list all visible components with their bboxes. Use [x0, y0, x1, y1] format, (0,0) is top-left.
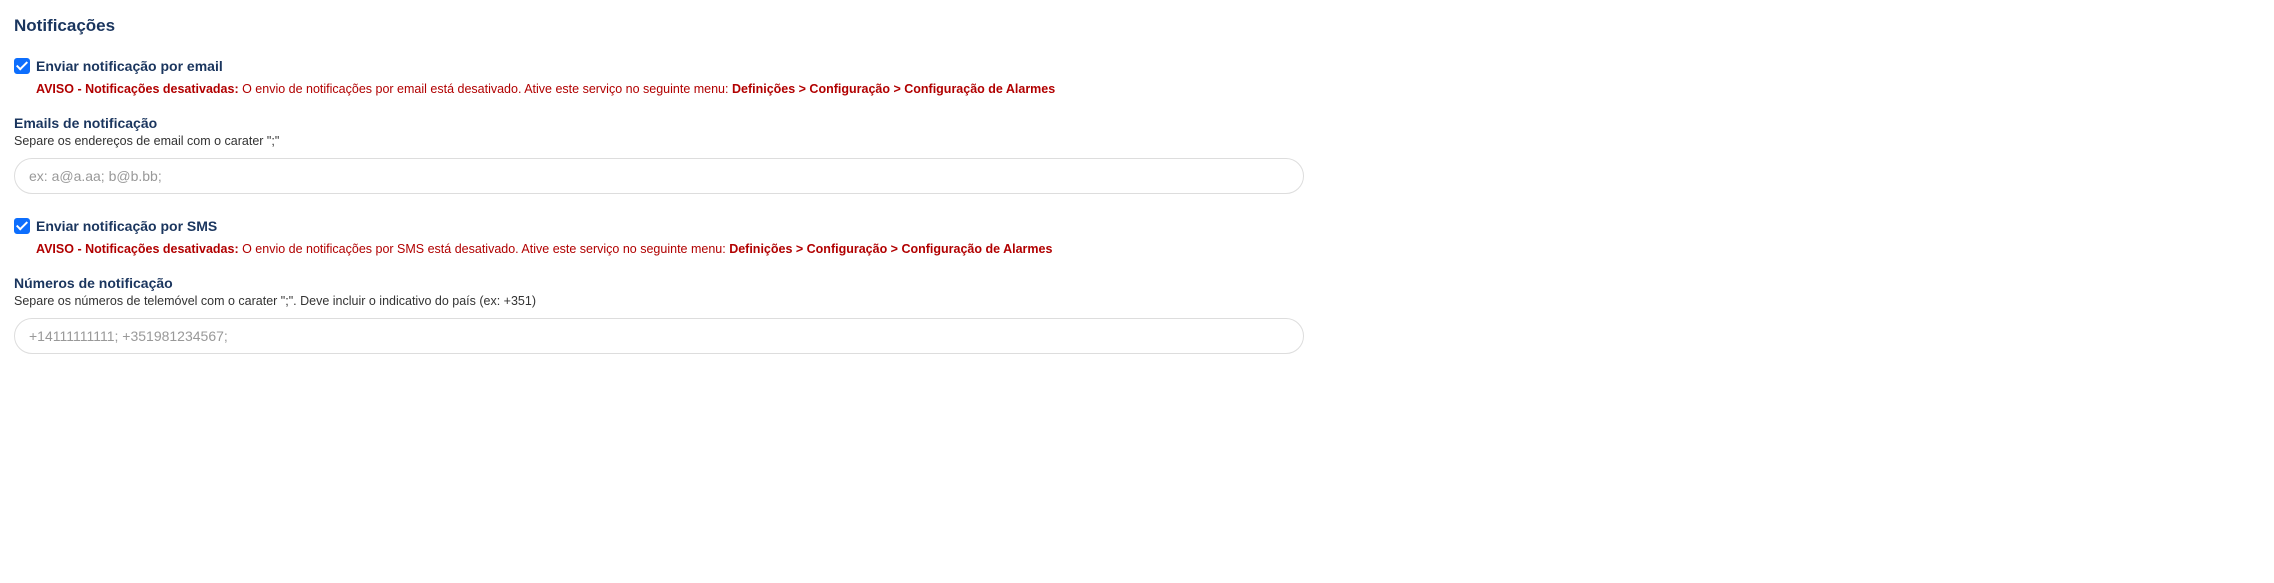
- email-notification-block: Enviar notificação por email AVISO - Not…: [14, 58, 2260, 194]
- notifications-title: Notificações: [14, 16, 2260, 36]
- sms-notification-checkbox[interactable]: [14, 218, 30, 234]
- email-field-label: Emails de notificação: [14, 115, 2260, 131]
- email-warning-path: Definições > Configuração > Configuração…: [732, 82, 1055, 96]
- sms-warning: AVISO - Notificações desativadas: O envi…: [36, 240, 2260, 259]
- email-field-help: Separe os endereços de email com o carat…: [14, 134, 2260, 148]
- sms-warning-text: O envio de notificações por SMS está des…: [239, 242, 730, 256]
- sms-notification-label: Enviar notificação por SMS: [36, 218, 217, 234]
- sms-checkbox-row: Enviar notificação por SMS: [14, 218, 2260, 234]
- sms-field-help: Separe os números de telemóvel com o car…: [14, 294, 2260, 308]
- sms-notification-block: Enviar notificação por SMS AVISO - Notif…: [14, 218, 2260, 354]
- email-warning-prefix: AVISO - Notificações desativadas:: [36, 82, 239, 96]
- email-warning-text: O envio de notificações por email está d…: [239, 82, 732, 96]
- sms-warning-prefix: AVISO - Notificações desativadas:: [36, 242, 239, 256]
- email-addresses-input[interactable]: [14, 158, 1304, 194]
- sms-field-label: Números de notificação: [14, 275, 2260, 291]
- email-warning: AVISO - Notificações desativadas: O envi…: [36, 80, 2260, 99]
- sms-warning-path: Definições > Configuração > Configuração…: [729, 242, 1052, 256]
- email-notification-label: Enviar notificação por email: [36, 58, 223, 74]
- email-checkbox-row: Enviar notificação por email: [14, 58, 2260, 74]
- email-notification-checkbox[interactable]: [14, 58, 30, 74]
- sms-numbers-input[interactable]: [14, 318, 1304, 354]
